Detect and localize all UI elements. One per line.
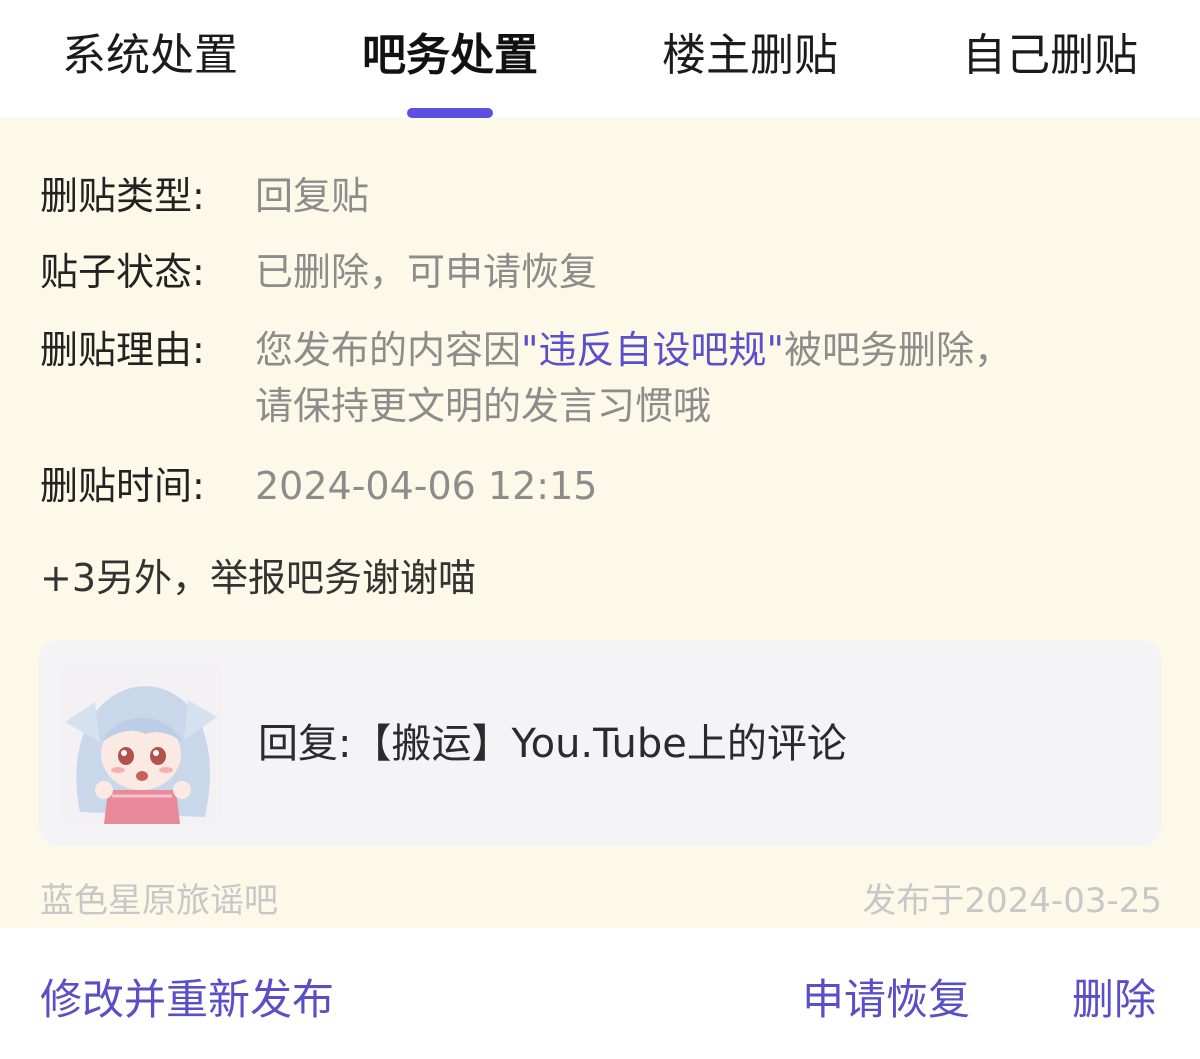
deletion-type-value: 回复贴 [255,174,370,218]
reason-prefix: 您发布的内容因 [255,328,522,372]
post-status-value: 已删除，可申请恢复 [255,250,598,294]
deletion-reason-row: 删贴理由: [40,322,255,378]
edit-and-republish-button[interactable]: 修改并重新发布 [40,970,334,1030]
deletion-detail-card: 删贴类型: 回复贴 贴子状态: 已删除，可申请恢复 删贴理由: 您发布的内容因"违反… [0,118,1200,928]
delete-button[interactable]: 删除 [1072,970,1156,1030]
active-tab-indicator [407,108,493,118]
post-status-label: 贴子状态: [40,250,205,294]
deletion-time-label: 删贴时间: [40,464,205,508]
tab-op-deleted[interactable]: 楼主删贴 [600,28,900,84]
deletion-reason-label: 删贴理由: [40,328,205,372]
deletion-reason-text: 您发布的内容因"违反自设吧规"被吧务删除， 请保持更文明的发言习惯哦 [255,322,1155,434]
deletion-reason-line2: 请保持更文明的发言习惯哦 [255,384,712,428]
deletion-type-row: 删贴类型: 回复贴 [40,168,369,224]
publish-date: 发布于2024-03-25 [862,881,1162,921]
tab-self-deleted[interactable]: 自己删贴 [900,28,1200,84]
post-status-row: 贴子状态: 已删除，可申请恢复 [40,244,597,300]
deletion-type-label: 删贴类型: [40,174,205,218]
anime-avatar-thumbnail-icon [60,662,222,824]
post-preview[interactable]: 回复:【搬运】You.Tube上的评论 [38,640,1162,846]
tab-forum-admin-action[interactable]: 吧务处置 [300,28,600,84]
deletion-time-row: 删贴时间: 2024-04-06 12:15 [40,458,597,514]
deletion-reason-line1: 您发布的内容因"违反自设吧规"被吧务删除， [255,322,1155,378]
reason-rule-highlight: "违反自设吧规" [521,328,784,372]
reason-suffix: 被吧务删除， [783,328,1012,372]
tab-system-action[interactable]: 系统处置 [0,28,300,84]
extra-comment: +3另外，举报吧务谢谢喵 [40,556,477,600]
post-title: 回复:【搬运】You.Tube上的评论 [258,721,847,767]
forum-name[interactable]: 蓝色星原旅谣吧 [40,876,278,926]
apply-restore-button[interactable]: 申请恢复 [802,970,970,1030]
tab-bar: 系统处置 吧务处置 楼主删贴 自己删贴 [0,0,1200,118]
deletion-time-value: 2024-04-06 12:15 [255,464,598,508]
